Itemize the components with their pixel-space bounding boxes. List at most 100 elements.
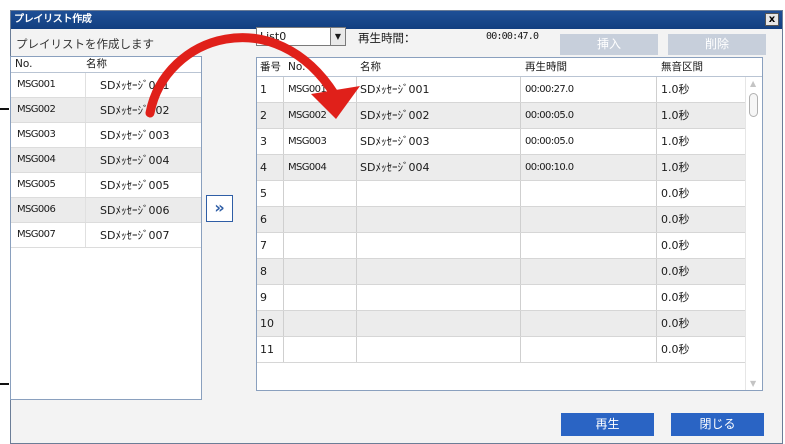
message-no: MSG006 bbox=[11, 198, 86, 222]
row-no: MSG004 bbox=[284, 155, 357, 180]
row-time bbox=[521, 259, 657, 284]
playlist-row[interactable]: 7 0.0秒 bbox=[257, 233, 762, 259]
row-silence: 0.0秒 bbox=[661, 239, 690, 252]
playtime-label: 再生時間： bbox=[358, 31, 416, 45]
row-time bbox=[521, 337, 657, 362]
row-index: 1 bbox=[257, 77, 284, 102]
row-name: SDﾒｯｾｰｼﾞ003 bbox=[357, 129, 521, 154]
row-name bbox=[357, 259, 521, 284]
frame-tick-left-top bbox=[0, 108, 9, 110]
row-index: 8 bbox=[257, 259, 284, 284]
row-name bbox=[357, 181, 521, 206]
message-name: SDﾒｯｾｰｼﾞ006 bbox=[100, 204, 170, 217]
message-list-row[interactable]: MSG006 SDﾒｯｾｰｼﾞ006 bbox=[11, 198, 201, 223]
row-index: 4 bbox=[257, 155, 284, 180]
row-silence: 0.0秒 bbox=[661, 187, 690, 200]
message-no: MSG001 bbox=[11, 73, 86, 97]
row-silence: 1.0秒 bbox=[661, 83, 690, 96]
scroll-up-icon[interactable]: ▲ bbox=[750, 79, 756, 88]
instruction-text: プレイリストを作成します bbox=[16, 37, 154, 51]
row-time: 00:00:05.0 bbox=[521, 129, 657, 154]
playlist-row[interactable]: 10 0.0秒 bbox=[257, 311, 762, 337]
playlist-row[interactable]: 11 0.0秒 bbox=[257, 337, 762, 363]
message-list-row[interactable]: MSG001 SDﾒｯｾｰｼﾞ001 bbox=[11, 73, 201, 98]
row-no bbox=[284, 337, 357, 362]
header-name: 名称 bbox=[360, 61, 381, 73]
playlist-row[interactable]: 6 0.0秒 bbox=[257, 207, 762, 233]
row-no bbox=[284, 285, 357, 310]
message-name: SDﾒｯｾｰｼﾞ002 bbox=[100, 104, 170, 117]
playlist-row[interactable]: 1 MSG001 SDﾒｯｾｰｼﾞ001 00:00:27.0 1.0秒 bbox=[257, 77, 762, 103]
playlist-row[interactable]: 9 0.0秒 bbox=[257, 285, 762, 311]
close-window-button[interactable]: x bbox=[765, 13, 779, 26]
message-no: MSG007 bbox=[11, 223, 86, 247]
message-list-header: No. 名称 bbox=[11, 57, 201, 73]
chevron-down-icon[interactable]: ▼ bbox=[330, 28, 345, 45]
message-no: MSG004 bbox=[11, 148, 86, 172]
row-no bbox=[284, 181, 357, 206]
row-silence: 1.0秒 bbox=[661, 109, 690, 122]
header-no: No. bbox=[288, 61, 306, 73]
playlist-select-value: List0 bbox=[260, 30, 287, 43]
row-time: 00:00:27.0 bbox=[521, 77, 657, 102]
message-list-row[interactable]: MSG007 SDﾒｯｾｰｼﾞ007 bbox=[11, 223, 201, 248]
row-time bbox=[521, 181, 657, 206]
close-button[interactable]: 閉じる bbox=[671, 413, 764, 436]
playlist-grid: 番号 No. 名称 再生時間 無音区間 1 MSG001 SDﾒｯｾｰｼﾞ001 00… bbox=[256, 57, 763, 391]
row-no bbox=[284, 311, 357, 336]
scroll-down-icon[interactable]: ▼ bbox=[750, 379, 756, 388]
row-name: SDﾒｯｾｰｼﾞ001 bbox=[357, 77, 521, 102]
insert-button[interactable]: 挿入 bbox=[560, 34, 658, 55]
play-button[interactable]: 再生 bbox=[561, 413, 654, 436]
row-name bbox=[357, 233, 521, 258]
row-index: 10 bbox=[257, 311, 284, 336]
row-name: SDﾒｯｾｰｼﾞ002 bbox=[357, 103, 521, 128]
row-name bbox=[357, 285, 521, 310]
message-list-row[interactable]: MSG002 SDﾒｯｾｰｼﾞ002 bbox=[11, 98, 201, 123]
row-name bbox=[357, 311, 521, 336]
add-to-playlist-button[interactable]: » bbox=[206, 195, 233, 222]
row-time: 00:00:05.0 bbox=[521, 103, 657, 128]
window-title: プレイリスト作成 bbox=[11, 11, 782, 29]
header-time: 再生時間 bbox=[525, 61, 567, 73]
header-silence: 無音区間 bbox=[661, 61, 703, 73]
playlist-row[interactable]: 8 0.0秒 bbox=[257, 259, 762, 285]
frame-tick-left-bottom bbox=[0, 383, 9, 385]
row-index: 9 bbox=[257, 285, 284, 310]
playlist-row[interactable]: 2 MSG002 SDﾒｯｾｰｼﾞ002 00:00:05.0 1.0秒 bbox=[257, 103, 762, 129]
scroll-thumb[interactable] bbox=[749, 93, 758, 117]
message-name: SDﾒｯｾｰｼﾞ004 bbox=[100, 154, 170, 167]
row-time: 00:00:10.0 bbox=[521, 155, 657, 180]
row-no bbox=[284, 207, 357, 232]
vertical-scrollbar[interactable]: ▲ ▼ bbox=[745, 77, 762, 390]
playlist-row[interactable]: 3 MSG003 SDﾒｯｾｰｼﾞ003 00:00:05.0 1.0秒 bbox=[257, 129, 762, 155]
row-index: 5 bbox=[257, 181, 284, 206]
message-name: SDﾒｯｾｰｼﾞ005 bbox=[100, 179, 170, 192]
playlist-row[interactable]: 4 MSG004 SDﾒｯｾｰｼﾞ004 00:00:10.0 1.0秒 bbox=[257, 155, 762, 181]
row-index: 6 bbox=[257, 207, 284, 232]
row-index: 2 bbox=[257, 103, 284, 128]
playlist-row[interactable]: 5 0.0秒 bbox=[257, 181, 762, 207]
header-index: 番号 bbox=[260, 61, 281, 73]
row-time bbox=[521, 207, 657, 232]
row-name bbox=[357, 207, 521, 232]
message-list-row[interactable]: MSG005 SDﾒｯｾｰｼﾞ005 bbox=[11, 173, 201, 198]
playlist-select[interactable]: List0 ▼ bbox=[256, 27, 346, 46]
row-silence: 0.0秒 bbox=[661, 317, 690, 330]
header-name: 名称 bbox=[86, 58, 107, 70]
playlist-grid-header: 番号 No. 名称 再生時間 無音区間 bbox=[257, 58, 762, 77]
message-list-row[interactable]: MSG003 SDﾒｯｾｰｼﾞ003 bbox=[11, 123, 201, 148]
row-time bbox=[521, 233, 657, 258]
row-no bbox=[284, 233, 357, 258]
message-list: No. 名称 MSG001 SDﾒｯｾｰｼﾞ001 MSG002 SDﾒｯｾｰｼﾞ00… bbox=[10, 56, 202, 400]
header-no: No. bbox=[15, 58, 33, 70]
message-no: MSG002 bbox=[11, 98, 86, 122]
message-name: SDﾒｯｾｰｼﾞ007 bbox=[100, 229, 170, 242]
message-list-row[interactable]: MSG004 SDﾒｯｾｰｼﾞ004 bbox=[11, 148, 201, 173]
row-no: MSG003 bbox=[284, 129, 357, 154]
row-no bbox=[284, 259, 357, 284]
delete-button[interactable]: 削除 bbox=[668, 34, 766, 55]
row-silence: 0.0秒 bbox=[661, 343, 690, 356]
row-time bbox=[521, 311, 657, 336]
message-name: SDﾒｯｾｰｼﾞ003 bbox=[100, 129, 170, 142]
